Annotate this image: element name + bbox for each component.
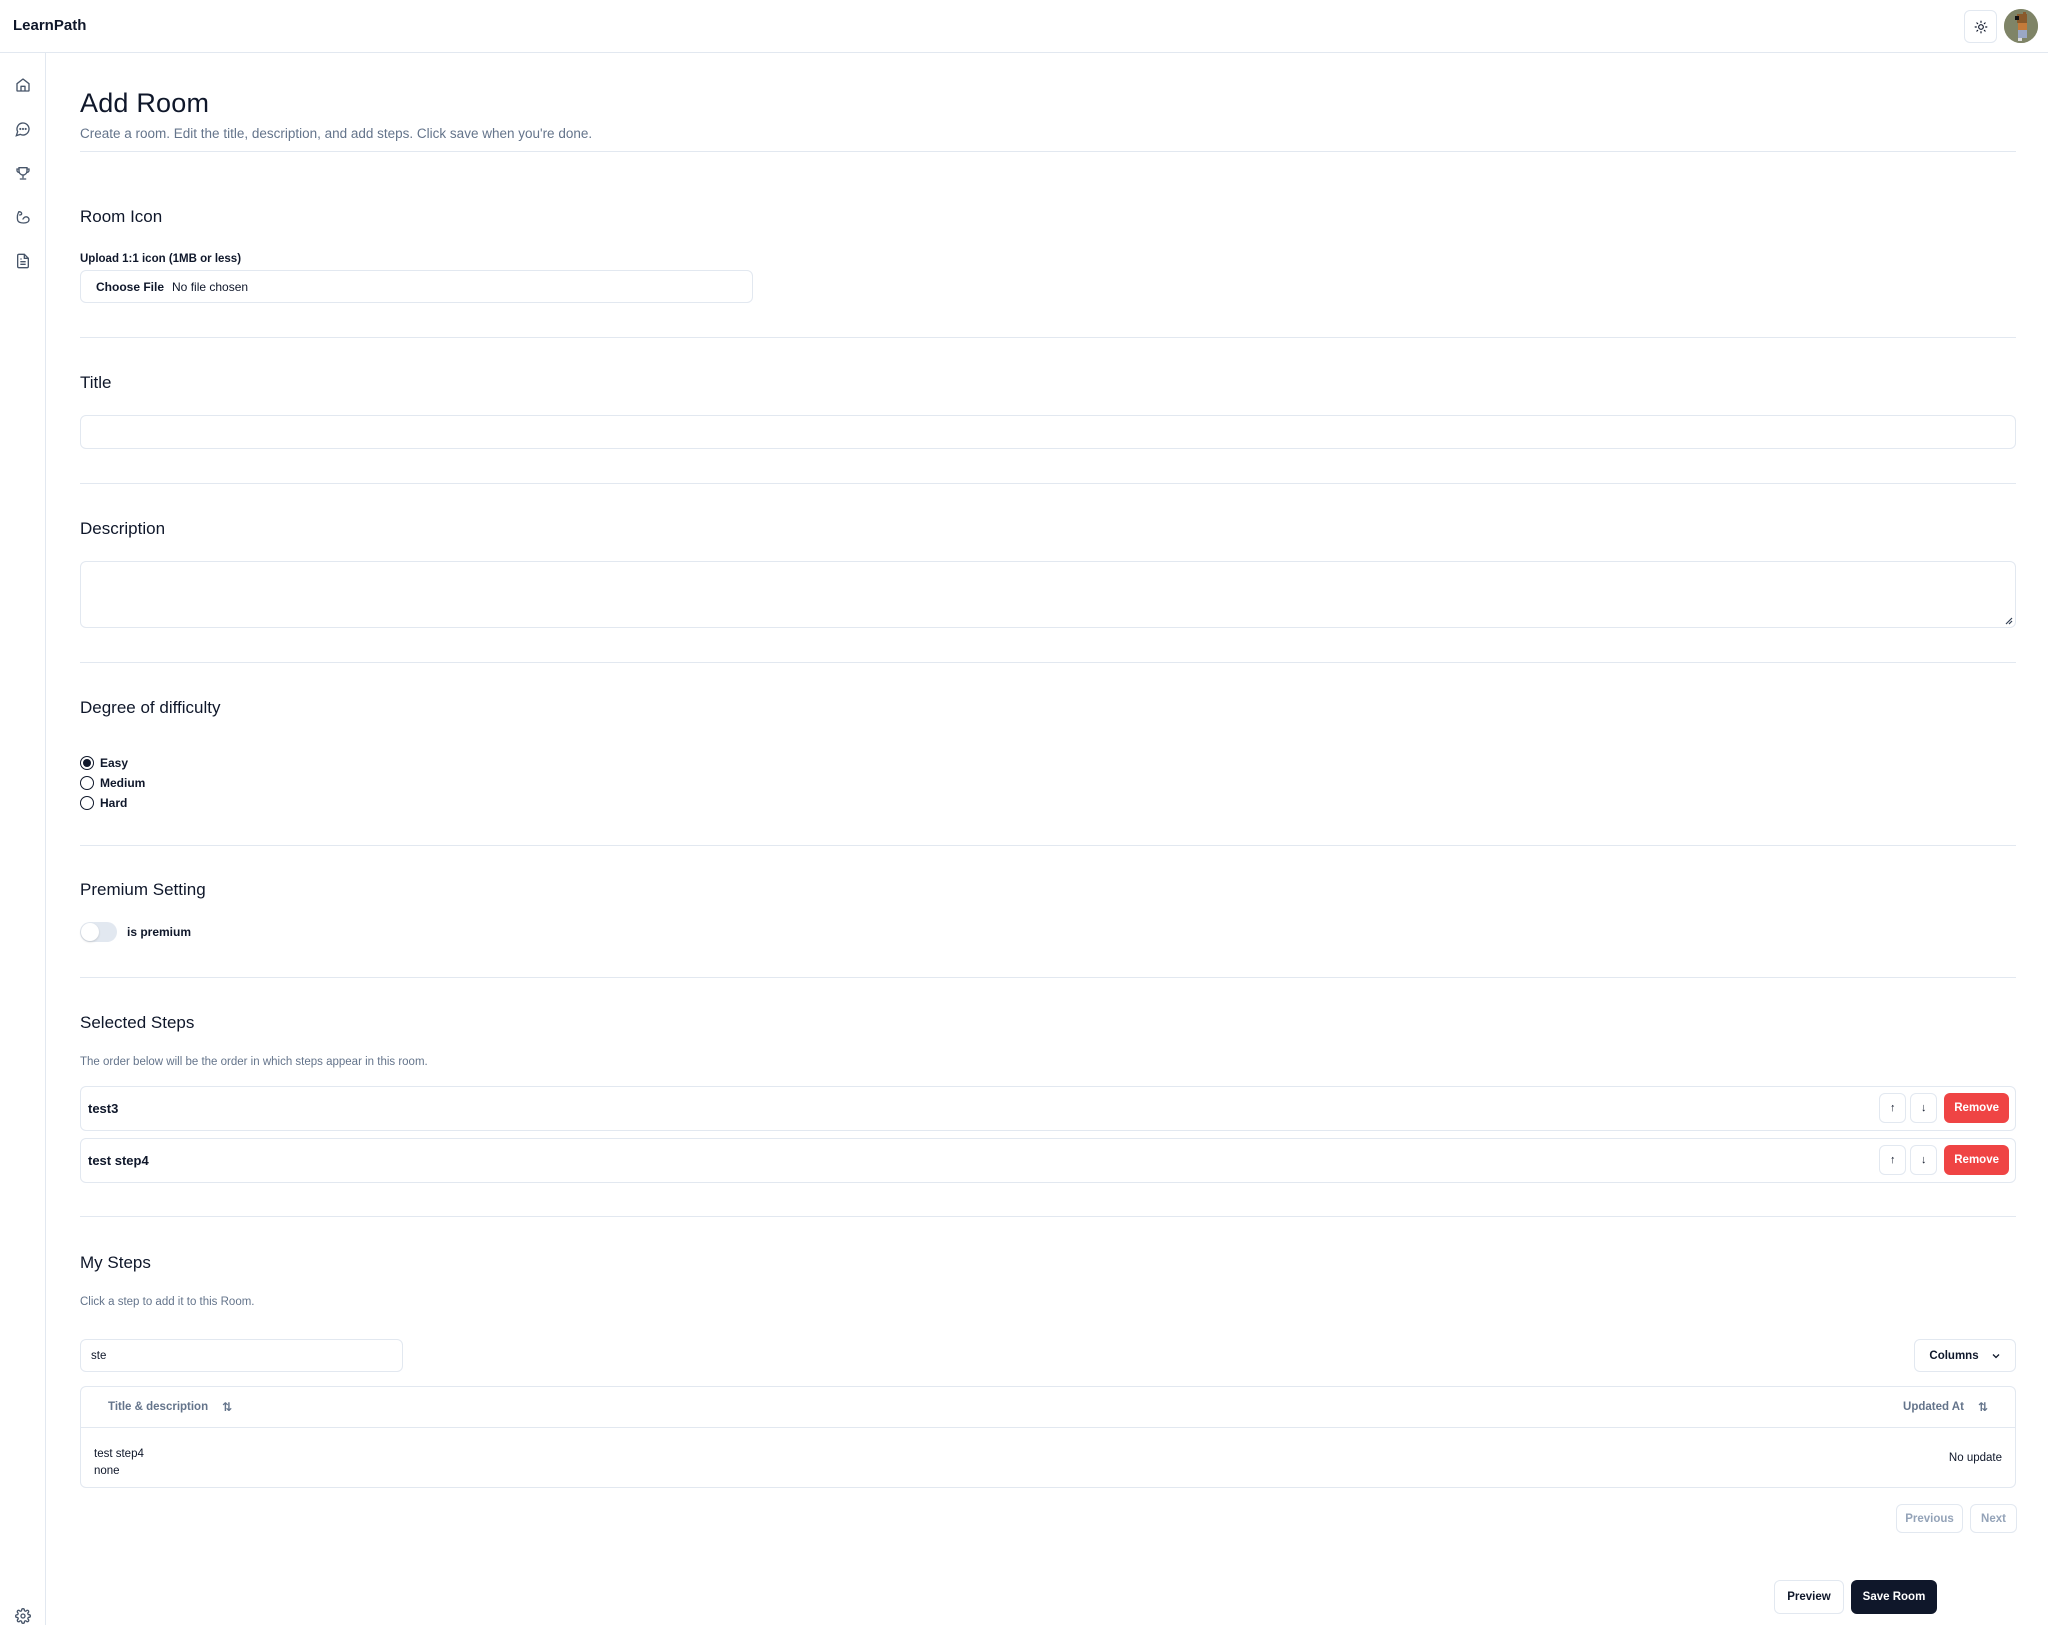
brand-logo[interactable]: LearnPath — [13, 17, 86, 34]
divider — [80, 845, 2016, 846]
next-page-button[interactable]: Next — [1970, 1504, 2017, 1533]
move-up-button[interactable]: ↑ — [1879, 1093, 1907, 1123]
biceps-icon — [16, 211, 30, 224]
radio-button[interactable] — [80, 776, 94, 790]
steps-search-input[interactable]: ste — [80, 1339, 403, 1372]
title-heading: Title — [80, 373, 112, 392]
columns-dropdown-button[interactable]: Columns — [1914, 1339, 2016, 1372]
home-icon — [16, 78, 30, 92]
premium-toggle-label: is premium — [127, 925, 192, 939]
file-status: No file chosen — [172, 279, 249, 294]
table-row[interactable]: test step4 none No update — [81, 1428, 2015, 1488]
preview-button[interactable]: Preview — [1774, 1580, 1844, 1614]
move-up-button[interactable]: ↑ — [1879, 1145, 1907, 1175]
table-header: Title & description ⇅ Updated At ⇅ — [81, 1387, 2015, 1428]
sidebar-item-document[interactable] — [13, 251, 33, 271]
column-header-updated-at[interactable]: Updated At ⇅ — [1903, 1400, 1988, 1414]
step-title: test step4 — [88, 1153, 149, 1168]
selected-steps-note: The order below will be the order in whi… — [80, 1056, 428, 1068]
chevron-down-icon — [1992, 1353, 2000, 1358]
divider — [80, 662, 2016, 663]
premium-toggle[interactable] — [80, 922, 117, 942]
row-title: test step4 — [94, 1448, 144, 1460]
divider — [80, 337, 2016, 338]
upload-label: Upload 1:1 icon (1MB or less) — [80, 253, 242, 265]
remove-step-button[interactable]: Remove — [1944, 1093, 2009, 1123]
premium-toggle-row: is premium — [80, 922, 191, 942]
settings-icon — [15, 1608, 31, 1624]
page-subtitle: Create a room. Edit the title, descripti… — [80, 126, 593, 141]
my-steps-note: Click a step to add it to this Room. — [80, 1296, 255, 1308]
save-room-button[interactable]: Save Room — [1851, 1580, 1937, 1614]
sidebar-item-settings[interactable] — [13, 1606, 33, 1625]
difficulty-option-medium[interactable]: Medium — [80, 776, 145, 790]
move-down-button[interactable]: ↓ — [1910, 1093, 1938, 1123]
sidebar-item-chat[interactable] — [13, 119, 33, 139]
radio-button[interactable] — [80, 796, 94, 810]
cell-updated-at: No update — [1948, 1452, 2002, 1464]
sort-icon[interactable]: ⇅ — [222, 1400, 232, 1414]
page-title: Add Room — [80, 88, 210, 118]
trophy-icon — [16, 167, 30, 180]
sidebar — [0, 53, 46, 1625]
theme-toggle-button[interactable] — [1964, 10, 1997, 43]
divider — [80, 977, 2016, 978]
sidebar-item-strength[interactable] — [13, 207, 33, 227]
difficulty-option-easy[interactable]: Easy — [80, 756, 128, 770]
divider — [80, 1216, 2016, 1217]
radio-button-checked[interactable] — [80, 756, 94, 770]
move-down-button[interactable]: ↓ — [1910, 1145, 1938, 1175]
user-avatar[interactable] — [2004, 9, 2038, 43]
radio-label: Easy — [100, 756, 129, 770]
step-title: test3 — [88, 1101, 119, 1116]
my-steps-heading: My Steps — [80, 1253, 151, 1272]
sidebar-item-trophy[interactable] — [13, 163, 33, 183]
sidebar-item-home[interactable] — [13, 75, 33, 95]
room-icon-heading: Room Icon — [80, 207, 163, 226]
steps-table: Title & description ⇅ Updated At ⇅ test … — [80, 1386, 2016, 1488]
room-icon-file-input[interactable]: Choose File No file chosen — [80, 270, 753, 303]
columns-label: Columns — [1929, 1349, 1979, 1362]
sort-icon[interactable]: ⇅ — [1978, 1400, 1988, 1414]
top-bar: LearnPath — [0, 0, 2048, 53]
selected-step-item: test3 ↑ ↓ Remove — [80, 1086, 2016, 1131]
selected-step-item: test step4 ↑ ↓ Remove — [80, 1138, 2016, 1183]
remove-step-button[interactable]: Remove — [1944, 1145, 2009, 1175]
cell-title-description: test step4 none — [94, 1446, 144, 1480]
resize-handle-icon[interactable] — [2003, 615, 2013, 625]
divider — [80, 151, 2016, 152]
divider — [80, 483, 2016, 484]
difficulty-heading: Degree of difficulty — [80, 698, 221, 717]
radio-label: Medium — [100, 776, 146, 790]
avatar-image — [2004, 9, 2038, 43]
title-input[interactable] — [80, 415, 2016, 449]
premium-heading: Premium Setting — [80, 880, 206, 899]
message-circle-icon — [15, 122, 30, 137]
file-text-icon — [17, 253, 29, 269]
column-header-label: Updated At — [1903, 1401, 1964, 1413]
column-header-label: Title & description — [108, 1401, 209, 1413]
difficulty-option-hard[interactable]: Hard — [80, 796, 127, 810]
description-heading: Description — [80, 519, 166, 538]
search-value: ste — [91, 1349, 107, 1362]
previous-page-button[interactable]: Previous — [1896, 1504, 1963, 1533]
row-description: none — [94, 1465, 120, 1477]
selected-steps-heading: Selected Steps — [80, 1013, 195, 1032]
choose-file-button[interactable]: Choose File — [96, 280, 164, 294]
radio-label: Hard — [100, 796, 128, 810]
description-textarea[interactable] — [80, 561, 2016, 628]
sun-icon — [1974, 20, 1987, 33]
column-header-title[interactable]: Title & description ⇅ — [108, 1400, 232, 1414]
